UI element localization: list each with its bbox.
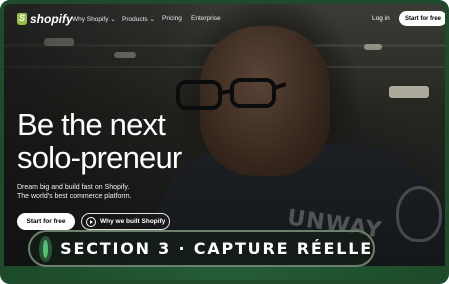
nav-item-why-shopify[interactable]: Why Shopify ⌄ xyxy=(72,15,116,23)
status-dot-icon xyxy=(43,239,49,258)
logo-wordmark: shopify xyxy=(30,12,73,26)
hero-subtitle: Dream big and build fast on Shopify. The… xyxy=(17,184,132,201)
why-we-built-label: Why we built Shopify xyxy=(100,218,166,225)
start-free-button-nav[interactable]: Start for free xyxy=(399,11,445,26)
top-nav: S shopify Why Shopify ⌄ Products ⌄ Prici… xyxy=(4,4,445,34)
login-link[interactable]: Log in xyxy=(372,15,390,22)
ceiling-light xyxy=(364,44,382,50)
headline-line-2: solo-preneur xyxy=(17,140,182,175)
bottom-strip xyxy=(4,266,445,280)
hero-headline: Be the next solo-preneur xyxy=(17,107,182,175)
shopify-logo[interactable]: S shopify xyxy=(17,12,73,26)
play-icon xyxy=(86,216,96,227)
section-badge: SECTION 3 · CAPTURE RÉELLE xyxy=(28,230,375,267)
subtitle-line-1: Dream big and build fast on Shopify. xyxy=(17,184,130,191)
ceiling-light xyxy=(389,86,429,98)
nav-item-products[interactable]: Products ⌄ xyxy=(122,15,155,23)
nav-item-enterprise[interactable]: Enterprise xyxy=(191,15,221,22)
hoodie-logo xyxy=(396,186,442,242)
shopping-bag-icon: S xyxy=(17,13,27,25)
section-badge-label: SECTION 3 · CAPTURE RÉELLE xyxy=(60,239,373,258)
subtitle-line-2: The world's best commerce platform. xyxy=(17,192,132,200)
start-free-button[interactable]: Start for free xyxy=(17,213,75,230)
hero-frame: UNWAY S shopify Why Shopify ⌄ Products ⌄… xyxy=(0,0,449,284)
nav-item-pricing[interactable]: Pricing xyxy=(162,15,182,22)
why-we-built-button[interactable]: Why we built Shopify xyxy=(81,213,170,230)
headline-line-1: Be the next xyxy=(17,107,166,142)
glasses-shape xyxy=(176,78,286,110)
